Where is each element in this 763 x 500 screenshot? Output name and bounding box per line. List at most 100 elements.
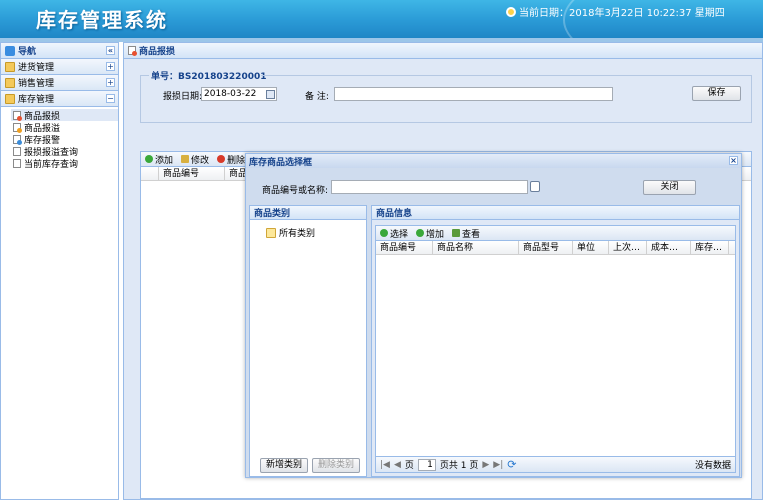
first-page-icon[interactable]: |◀ xyxy=(380,460,390,470)
damage-icon xyxy=(13,110,22,121)
collapse-sidebar-button[interactable]: « xyxy=(106,46,115,55)
close-button[interactable]: 关闭 xyxy=(643,180,696,195)
column-header[interactable]: 上次… xyxy=(609,241,647,254)
product-info-title: 商品信息 xyxy=(376,209,413,219)
collapse-inventory-button[interactable]: − xyxy=(106,94,115,103)
current-date: 当前日期：2018年3月22日 10:22:37 星期四 xyxy=(506,4,725,19)
category-root-label: 所有类别 xyxy=(279,229,316,239)
product-grid: 选择 增加 查看 商品编号 商品名称 商品型号 单位 上次… 成本… 库存… |… xyxy=(375,225,736,473)
column-header[interactable]: 成本… xyxy=(647,241,691,254)
sidebar-item-alarm[interactable]: 库存报警 xyxy=(11,133,118,146)
purchase-icon xyxy=(5,61,15,72)
folder-icon xyxy=(266,227,276,238)
column-header[interactable]: 商品编号 xyxy=(159,167,225,180)
prev-page-icon[interactable]: ◀ xyxy=(394,460,401,470)
add-icon xyxy=(416,229,425,237)
category-root[interactable]: 所有类别 xyxy=(250,220,366,239)
delete-label: 删除 xyxy=(227,155,246,166)
add-category-button[interactable]: 新增类别 xyxy=(260,458,308,473)
app-header: 库存管理系统 当前日期：2018年3月22日 10:22:37 星期四 xyxy=(0,0,763,38)
dialog-title: 库存商品选择框 xyxy=(249,157,313,168)
note-label: 备 注: xyxy=(305,92,329,102)
view-button[interactable]: 查看 xyxy=(452,227,480,240)
app-title: 库存管理系统 xyxy=(36,8,168,32)
alarm-icon xyxy=(13,134,22,145)
note-field[interactable] xyxy=(334,87,613,101)
delete-category-button[interactable]: 删除类别 xyxy=(312,458,360,473)
inventory-tree: 商品报损 商品报溢 库存报警 报损报溢查询 当前库存查询 xyxy=(1,107,118,170)
section-sales[interactable]: 销售管理 + xyxy=(1,75,118,91)
section-purchase[interactable]: 进货管理 + xyxy=(1,59,118,75)
expand-purchase-button[interactable]: + xyxy=(106,62,115,71)
pager: |◀ ◀ 页 1 页共 1 页 ▶ ▶| ⟳ 没有数据 xyxy=(376,456,735,472)
refresh-icon[interactable]: ⟳ xyxy=(507,458,516,471)
add-product-label: 增加 xyxy=(426,229,445,240)
stock-icon xyxy=(13,158,21,168)
search-input[interactable] xyxy=(331,180,528,194)
expand-sales-button[interactable]: + xyxy=(106,78,115,87)
section-sales-label: 销售管理 xyxy=(18,79,55,89)
category-panel: 商品类别 所有类别 新增类别 删除类别 xyxy=(249,205,367,477)
column-header[interactable]: 单位 xyxy=(573,241,609,254)
date-label: 报损日期: xyxy=(163,92,203,102)
sidebar-item-damage[interactable]: 商品报损 xyxy=(11,109,118,122)
date-field[interactable]: 2018-03-22 xyxy=(201,87,277,101)
calendar-icon[interactable] xyxy=(266,89,275,99)
product-info-header: 商品信息 xyxy=(372,206,739,220)
save-button[interactable]: 保存 xyxy=(692,86,741,101)
column-header[interactable]: 商品名称 xyxy=(433,241,519,254)
sidebar-item-stock[interactable]: 当前库存查询 xyxy=(11,157,118,170)
section-inventory-label: 库存管理 xyxy=(18,95,55,105)
last-page-icon[interactable]: ▶| xyxy=(493,460,503,470)
order-number: 单号：BS201803220001 xyxy=(149,69,269,82)
column-header[interactable]: 商品型号 xyxy=(519,241,573,254)
dialog-titlebar[interactable]: 库存商品选择框 × xyxy=(246,154,741,168)
sidebar-item-label: 当前库存查询 xyxy=(24,159,79,170)
date-value: 2018-03-22 xyxy=(204,89,257,99)
section-purchase-label: 进货管理 xyxy=(18,63,55,73)
damage-tab-icon xyxy=(128,46,137,56)
column-header[interactable]: 库存… xyxy=(691,241,729,254)
page-suffix: 页共 1 页 xyxy=(439,461,479,471)
category-title: 商品类别 xyxy=(254,209,291,219)
next-page-icon[interactable]: ▶ xyxy=(482,460,489,470)
pager-status: 没有数据 xyxy=(694,461,731,471)
edit-label: 修改 xyxy=(191,155,210,166)
sidebar: 导航 « 进货管理 + 销售管理 + 库存管理 − 商品报损 商品报溢 库存报警… xyxy=(0,42,119,500)
add-product-button[interactable]: 增加 xyxy=(416,227,444,240)
navigation-icon xyxy=(5,45,15,56)
sidebar-title: 导航 xyxy=(18,47,37,57)
select-button[interactable]: 选择 xyxy=(380,227,408,240)
view-label: 查看 xyxy=(462,229,481,240)
query-icon xyxy=(13,146,21,156)
tab-label: 商品报损 xyxy=(139,47,176,57)
tab-damage[interactable]: 商品报损 xyxy=(124,43,762,59)
close-icon[interactable]: × xyxy=(729,156,738,165)
add-label: 添加 xyxy=(155,155,174,166)
product-grid-header: 商品编号 商品名称 商品型号 单位 上次… 成本… 库存… xyxy=(376,241,735,255)
sidebar-item-overflow[interactable]: 商品报溢 xyxy=(11,121,118,134)
select-icon xyxy=(380,229,388,237)
column-header[interactable]: 商品编号 xyxy=(376,241,433,254)
overflow-icon xyxy=(13,122,22,133)
select-label: 选择 xyxy=(390,229,409,240)
sidebar-header: 导航 « xyxy=(1,43,118,59)
search-label: 商品编号或名称: xyxy=(262,186,329,196)
add-button[interactable]: 添加 xyxy=(145,153,173,166)
view-icon xyxy=(452,229,461,237)
stock-select-dialog: 库存商品选择框 × 商品编号或名称: 关闭 商品类别 所有类别 新增类别 删除类… xyxy=(245,153,742,478)
section-inventory[interactable]: 库存管理 − xyxy=(1,91,118,107)
clock-icon xyxy=(506,6,516,17)
page-prefix: 页 xyxy=(404,461,414,471)
product-toolbar: 选择 增加 查看 xyxy=(376,226,735,241)
category-header: 商品类别 xyxy=(250,206,366,220)
order-fieldset: 单号：BS201803220001 报损日期: 2018-03-22 备 注: … xyxy=(140,69,752,123)
delete-button[interactable]: 删除 xyxy=(217,153,245,166)
sidebar-item-query[interactable]: 报损报溢查询 xyxy=(11,145,118,158)
page-input[interactable]: 1 xyxy=(417,458,436,471)
delete-icon xyxy=(217,155,226,163)
search-icon[interactable] xyxy=(530,181,540,192)
current-date-text: 当前日期：2018年3月22日 10:22:37 星期四 xyxy=(519,8,725,19)
edit-button[interactable]: 修改 xyxy=(181,153,209,166)
edit-icon xyxy=(181,155,190,163)
